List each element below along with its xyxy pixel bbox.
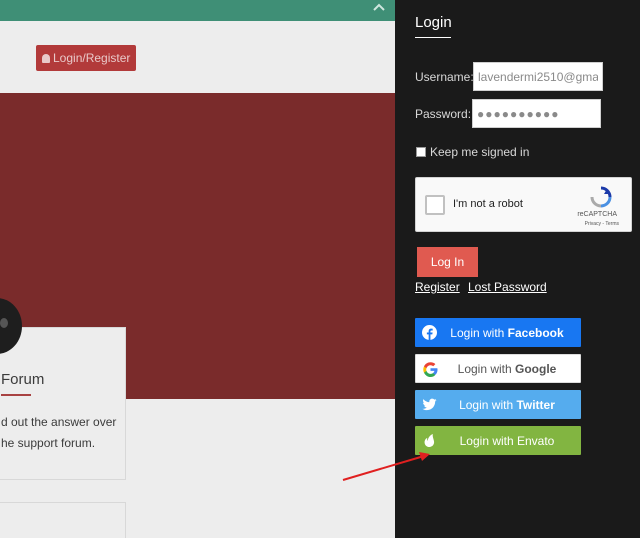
recaptcha-widget: I'm not a robot reCAPTCHA Privacy - Term… [415,177,632,232]
username-field[interactable] [473,62,603,91]
recaptcha-checkbox[interactable] [425,195,445,215]
header-login-register-label: Login/Register [53,51,131,65]
login-envato-button[interactable]: Login with Envato [415,426,581,455]
annotation-arrow-icon [342,452,430,481]
facebook-label-brand: Facebook [507,325,564,340]
password-field[interactable] [472,99,601,128]
google-label-prefix: Login with [457,361,516,376]
recaptcha-brand: reCAPTCHA [577,211,617,218]
login-twitter-label: Login with Twitter [415,398,581,412]
keep-signed-in[interactable]: Keep me signed in [416,145,529,159]
chevron-up-icon[interactable] [373,0,385,14]
recaptcha-links[interactable]: Privacy - Terms [585,221,619,227]
register-link[interactable]: Register [415,280,460,294]
login-twitter-button[interactable]: Login with Twitter [415,390,581,419]
login-button[interactable]: Log In [417,247,478,277]
google-icon [423,362,438,377]
twitter-label-brand: Twitter [516,397,555,412]
login-google-button[interactable]: Login with Google [415,354,581,383]
forum-card: Forum d out the answer over he support f… [0,327,126,480]
panel-title: Login [415,14,452,31]
login-facebook-button[interactable]: Login with Facebook [415,318,581,347]
keep-signed-in-label: Keep me signed in [430,145,530,159]
keep-signed-in-checkbox[interactable] [416,147,426,157]
twitter-icon [422,398,437,411]
forum-card-title: Forum [1,371,45,388]
password-label: Password: [415,107,472,121]
top-bar [0,0,395,21]
recaptcha-label: I'm not a robot [453,198,523,210]
facebook-icon [422,325,437,340]
lost-password-link[interactable]: Lost Password [468,280,547,294]
username-label: Username: [415,70,474,84]
twitter-label-prefix: Login with [459,397,517,412]
login-google-label: Login with Google [416,362,580,376]
background-page: Login/Register Forum d out the answer ov… [0,0,395,538]
header-login-register-button[interactable]: Login/Register [36,45,137,71]
forum-card-line: he support forum. [1,436,96,450]
lower-card [0,502,126,538]
facebook-label-prefix: Login with [450,325,508,340]
panel-title-underline [415,37,451,38]
login-facebook-label: Login with Facebook [415,326,581,340]
envato-icon [424,433,435,447]
login-envato-label: Login with Envato [459,433,555,448]
recaptcha-icon [590,186,612,208]
google-label-brand: Google [515,361,557,376]
forum-card-divider [1,394,31,396]
forum-card-line: d out the answer over [1,415,117,429]
forum-card-text: d out the answer over he support forum. [1,412,131,454]
user-icon [42,54,50,63]
